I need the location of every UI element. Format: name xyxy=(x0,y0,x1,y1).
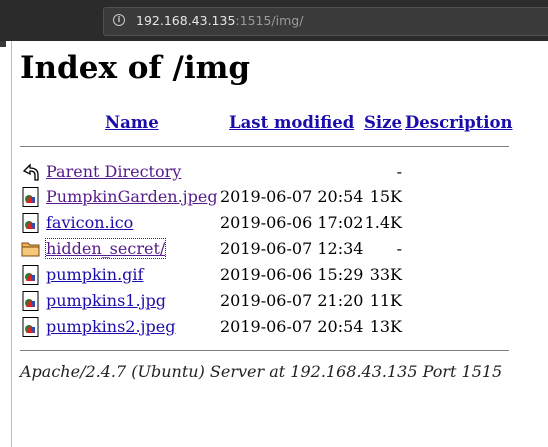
listing-row: pumpkins1.jpg 2019-06-07 21:20 11K xyxy=(20,290,520,312)
listing-row: PumpkinGarden.jpeg 2019-06-07 20:54 15K xyxy=(20,186,520,208)
info-icon[interactable]: i xyxy=(113,14,125,26)
file-modified: 2019-06-07 12:34 xyxy=(220,239,364,258)
left-frame-border xyxy=(0,41,12,447)
file-size: 33K xyxy=(369,265,402,284)
image-icon xyxy=(22,187,39,207)
header-divider xyxy=(20,146,509,147)
url-host: 192.168.43.135 xyxy=(136,13,236,28)
column-header-description[interactable]: Description xyxy=(405,113,513,132)
file-size: 11K xyxy=(369,291,402,310)
url-path: :1515/img/ xyxy=(235,13,304,28)
listing-row-parent: Parent Directory - xyxy=(20,161,520,183)
file-link[interactable]: pumpkins2.jpeg xyxy=(46,317,175,336)
file-link[interactable]: favicon.ico xyxy=(46,213,133,232)
server-signature: Apache/2.4.7 (Ubuntu) Server at 192.168.… xyxy=(20,362,503,381)
file-modified: 2019-06-06 17:02 xyxy=(220,213,364,232)
back-icon xyxy=(22,163,39,181)
file-size: 1.4K xyxy=(364,213,402,232)
image-icon xyxy=(22,317,39,337)
image-icon xyxy=(22,291,39,311)
image-icon xyxy=(22,213,39,233)
browser-toolbar: i 192.168.43.135:1515/img/ xyxy=(0,0,548,41)
url-text[interactable]: 192.168.43.135:1515/img/ xyxy=(136,13,303,28)
file-size: 13K xyxy=(369,317,402,336)
image-icon xyxy=(22,265,39,285)
file-modified: 2019-06-07 20:54 xyxy=(220,187,364,206)
listing-row: pumpkins2.jpeg 2019-06-07 20:54 13K xyxy=(20,316,520,338)
file-link[interactable]: hidden_secret/ xyxy=(44,238,167,259)
file-link[interactable]: pumpkins1.jpg xyxy=(46,291,166,310)
file-link[interactable]: pumpkin.gif xyxy=(46,265,143,284)
page-title: Index of /img xyxy=(20,50,251,86)
file-modified: 2019-06-07 20:54 xyxy=(220,317,364,336)
address-bar[interactable]: i 192.168.43.135:1515/img/ xyxy=(103,7,548,36)
listing-row: pumpkin.gif 2019-06-06 15:29 33K xyxy=(20,264,520,286)
file-size: 15K xyxy=(369,187,402,206)
file-modified: 2019-06-07 21:20 xyxy=(220,291,364,310)
footer-divider xyxy=(20,350,509,351)
listing-row: hidden_secret/ 2019-06-07 12:34 - xyxy=(20,238,520,260)
column-header-name[interactable]: Name xyxy=(105,113,159,132)
frame-corner xyxy=(0,41,6,47)
file-modified: 2019-06-06 15:29 xyxy=(220,265,364,284)
file-size: - xyxy=(396,162,402,181)
column-header-last-modified[interactable]: Last modified xyxy=(229,113,354,132)
file-link[interactable]: Parent Directory xyxy=(46,162,181,181)
file-size: - xyxy=(396,239,402,258)
column-header-size[interactable]: Size xyxy=(364,113,402,132)
folder-icon xyxy=(21,242,40,257)
listing-row: favicon.ico 2019-06-06 17:02 1.4K xyxy=(20,212,520,234)
file-link[interactable]: PumpkinGarden.jpeg xyxy=(46,187,218,206)
